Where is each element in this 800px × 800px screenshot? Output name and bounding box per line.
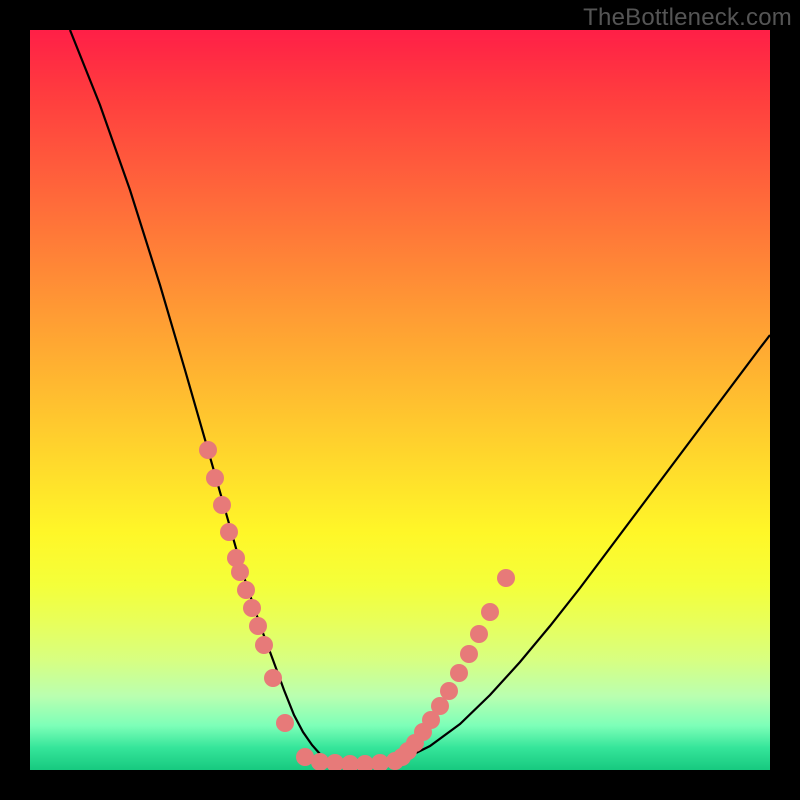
data-marker [213, 496, 231, 514]
data-marker [470, 625, 488, 643]
data-marker [249, 617, 267, 635]
watermark-text: TheBottleneck.com [583, 4, 792, 32]
data-marker [440, 682, 458, 700]
chart-frame: TheBottleneck.com [0, 0, 800, 800]
data-marker [255, 636, 273, 654]
data-marker [206, 469, 224, 487]
data-marker [231, 563, 249, 581]
data-marker [276, 714, 294, 732]
chart-svg [30, 30, 770, 770]
data-marker [237, 581, 255, 599]
marker-group [199, 441, 515, 770]
data-marker [220, 523, 238, 541]
data-marker [450, 664, 468, 682]
data-marker [497, 569, 515, 587]
data-marker [431, 697, 449, 715]
data-marker [481, 603, 499, 621]
data-marker [199, 441, 217, 459]
data-marker [460, 645, 478, 663]
data-marker [243, 599, 261, 617]
plot-area [30, 30, 770, 770]
bottleneck-curve [70, 30, 770, 764]
data-marker [264, 669, 282, 687]
